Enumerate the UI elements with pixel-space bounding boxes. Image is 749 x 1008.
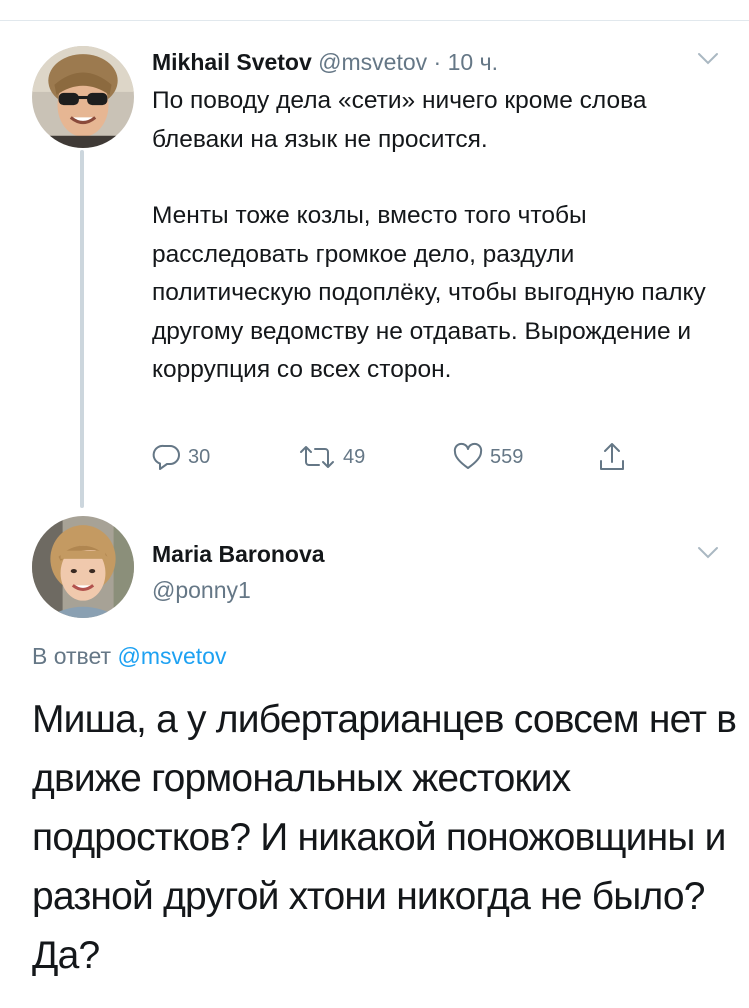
tweet2-text: Миша, а у либертарианцев совсем нет в дв… (32, 698, 737, 977)
reply-to-prefix: В ответ (32, 643, 112, 669)
avatar-mikhail-svetov[interactable] (32, 46, 134, 148)
reply-count: 30 (188, 445, 211, 468)
tweet1-time[interactable]: 10 ч. (448, 49, 498, 75)
retweet-count: 49 (343, 445, 366, 468)
retweet-icon (297, 442, 337, 472)
top-divider (0, 20, 749, 21)
tweet1-paragraph: По поводу дела «сети» ничего кроме слова… (152, 87, 647, 153)
retweet-button[interactable]: 49 (297, 440, 365, 474)
share-icon (597, 441, 627, 473)
reply-icon (152, 442, 182, 472)
tweet2-handle[interactable]: @ponny1 (152, 574, 251, 606)
thread-line (80, 150, 84, 508)
tweet1-text: По поводу дела «сети» ничего кроме слова… (152, 82, 732, 390)
tweet1-separator: · (433, 49, 442, 75)
reply-to-line: В ответ @msvetov (32, 641, 226, 671)
share-button[interactable] (597, 440, 627, 474)
chevron-down-icon[interactable] (697, 52, 719, 66)
tweet2-author-name[interactable]: Maria Baronova (152, 538, 325, 570)
like-count: 559 (490, 445, 524, 468)
reply-button[interactable]: 30 (152, 440, 210, 474)
like-button[interactable]: 559 (452, 440, 523, 474)
tweet1-handle[interactable]: @msvetov (318, 49, 427, 75)
avatar-maria-baronova[interactable] (32, 516, 134, 618)
tweet1-header: Mikhail Svetov @msvetov · 10 ч. (152, 46, 498, 78)
like-icon (452, 442, 484, 472)
tweet1-author-name[interactable]: Mikhail Svetov (152, 49, 312, 75)
reply-to-mention[interactable]: @msvetov (117, 643, 226, 669)
chevron-down-icon[interactable] (697, 546, 719, 560)
tweet1-paragraph: Менты тоже козлы, вместо того чтобы расс… (152, 202, 706, 383)
tweet1-actions: 30 49 559 (152, 440, 672, 474)
